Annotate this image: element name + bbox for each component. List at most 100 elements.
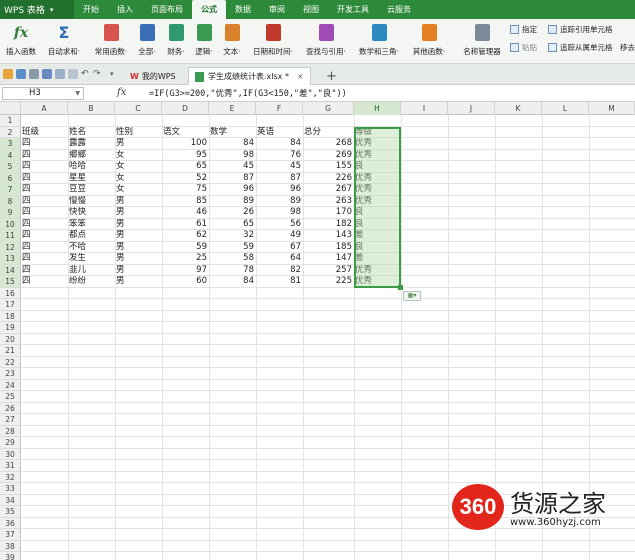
table-cell[interactable]: 发生 (68, 253, 115, 265)
row-header[interactable]: 13 (0, 253, 21, 265)
table-cell[interactable]: 韭儿 (68, 265, 115, 277)
column-header-f[interactable]: F (256, 102, 303, 115)
row-header[interactable]: 7 (0, 184, 21, 196)
remove-arrows-button[interactable]: 移去 (620, 42, 635, 53)
row-header[interactable]: 33 (0, 483, 21, 495)
table-cell[interactable]: 269 (303, 150, 354, 162)
text-functions-button[interactable]: 文本· (221, 22, 243, 60)
table-cell[interactable]: 男 (115, 230, 162, 242)
save-as-icon[interactable] (29, 69, 39, 79)
table-cell[interactable]: 男 (115, 242, 162, 254)
row-header[interactable]: 22 (0, 356, 21, 368)
row-header[interactable]: 9 (0, 207, 21, 219)
table-cell[interactable]: 56 (256, 219, 303, 231)
header-cell[interactable]: 姓名 (68, 127, 115, 139)
open-folder-icon[interactable] (3, 69, 13, 79)
header-cell[interactable]: 数学 (209, 127, 256, 139)
table-cell[interactable]: 男 (115, 219, 162, 231)
new-tab-button[interactable]: + (320, 67, 343, 85)
name-manager-button[interactable]: 名称管理器 (460, 22, 504, 60)
column-header-b[interactable]: B (68, 102, 115, 115)
row-header[interactable]: 34 (0, 494, 21, 506)
column-header-i[interactable]: I (401, 102, 448, 115)
table-cell[interactable]: 155 (303, 161, 354, 173)
table-cell[interactable]: 46 (162, 207, 209, 219)
row-header[interactable]: 23 (0, 368, 21, 380)
table-cell[interactable]: 96 (256, 184, 303, 196)
column-header-j[interactable]: J (448, 102, 495, 115)
table-cell[interactable]: 75 (162, 184, 209, 196)
table-cell[interactable]: 男 (115, 196, 162, 208)
table-cell[interactable]: 67 (256, 242, 303, 254)
table-cell[interactable]: 45 (256, 161, 303, 173)
table-cell[interactable]: 60 (162, 276, 209, 288)
row-header[interactable]: 36 (0, 517, 21, 529)
table-cell[interactable]: 四 (21, 219, 68, 231)
table-cell[interactable]: 豆豆 (68, 184, 115, 196)
table-cell[interactable]: 185 (303, 242, 354, 254)
table-cell[interactable]: 男 (115, 207, 162, 219)
table-cell[interactable]: 84 (256, 138, 303, 150)
table-cell[interactable]: 268 (303, 138, 354, 150)
table-cell[interactable]: 哈哈 (68, 161, 115, 173)
column-header-h[interactable]: H (354, 102, 401, 115)
menu-item-formulas[interactable]: 公式 (192, 0, 226, 19)
table-cell[interactable]: 四 (21, 230, 68, 242)
table-cell[interactable]: 62 (162, 230, 209, 242)
column-header-g[interactable]: G (303, 102, 354, 115)
row-header[interactable]: 32 (0, 471, 21, 483)
table-cell[interactable]: 97 (162, 265, 209, 277)
table-cell[interactable]: 78 (209, 265, 256, 277)
column-header-k[interactable]: K (495, 102, 542, 115)
row-header[interactable]: 24 (0, 379, 21, 391)
table-cell[interactable]: 四 (21, 276, 68, 288)
column-header-m[interactable]: M (589, 102, 635, 115)
header-cell[interactable]: 英语 (256, 127, 303, 139)
table-cell[interactable]: 89 (209, 196, 256, 208)
table-cell[interactable]: 87 (256, 173, 303, 185)
row-header[interactable]: 2 (0, 126, 21, 138)
trace-dependents-button[interactable]: 追踪从属单元格 (548, 42, 613, 53)
print-icon[interactable] (42, 69, 52, 79)
table-cell[interactable]: 98 (256, 207, 303, 219)
row-header[interactable]: 25 (0, 391, 21, 403)
row-header[interactable]: 3 (0, 138, 21, 150)
table-cell[interactable]: 59 (209, 242, 256, 254)
table-cell[interactable]: 81 (256, 276, 303, 288)
common-functions-button[interactable]: 常用函数· (91, 22, 131, 60)
table-cell[interactable]: 男 (115, 265, 162, 277)
table-cell[interactable]: 女 (115, 161, 162, 173)
paste-names-button[interactable]: 粘贴 (510, 42, 537, 53)
header-cell[interactable]: 性别 (115, 127, 162, 139)
table-cell[interactable]: 女 (115, 150, 162, 162)
row-header[interactable]: 19 (0, 322, 21, 334)
row-header[interactable]: 38 (0, 540, 21, 552)
other-functions-button[interactable]: 其他函数· (409, 22, 449, 60)
row-header[interactable]: 37 (0, 529, 21, 541)
table-cell[interactable]: 25 (162, 253, 209, 265)
table-cell[interactable]: 96 (209, 184, 256, 196)
table-cell[interactable]: 四 (21, 265, 68, 277)
table-cell[interactable]: 女 (115, 173, 162, 185)
header-cell[interactable]: 语文 (162, 127, 209, 139)
table-cell[interactable]: 98 (209, 150, 256, 162)
menu-item-view[interactable]: 视图 (294, 0, 328, 19)
column-header-l[interactable]: L (542, 102, 589, 115)
row-header[interactable]: 16 (0, 287, 21, 299)
row-header[interactable]: 26 (0, 402, 21, 414)
column-header-e[interactable]: E (209, 102, 256, 115)
row-header[interactable]: 4 (0, 149, 21, 161)
table-cell[interactable]: 四 (21, 184, 68, 196)
table-cell[interactable]: 263 (303, 196, 354, 208)
table-cell[interactable]: 男 (115, 138, 162, 150)
close-icon[interactable]: × (297, 72, 304, 81)
table-cell[interactable]: 64 (256, 253, 303, 265)
table-cell[interactable]: 84 (209, 138, 256, 150)
table-cell[interactable]: 82 (256, 265, 303, 277)
row-header[interactable]: 15 (0, 276, 21, 288)
table-cell[interactable]: 四 (21, 253, 68, 265)
row-header[interactable]: 12 (0, 241, 21, 253)
table-cell[interactable]: 26 (209, 207, 256, 219)
table-cell[interactable]: 四 (21, 207, 68, 219)
row-header[interactable]: 5 (0, 161, 21, 173)
